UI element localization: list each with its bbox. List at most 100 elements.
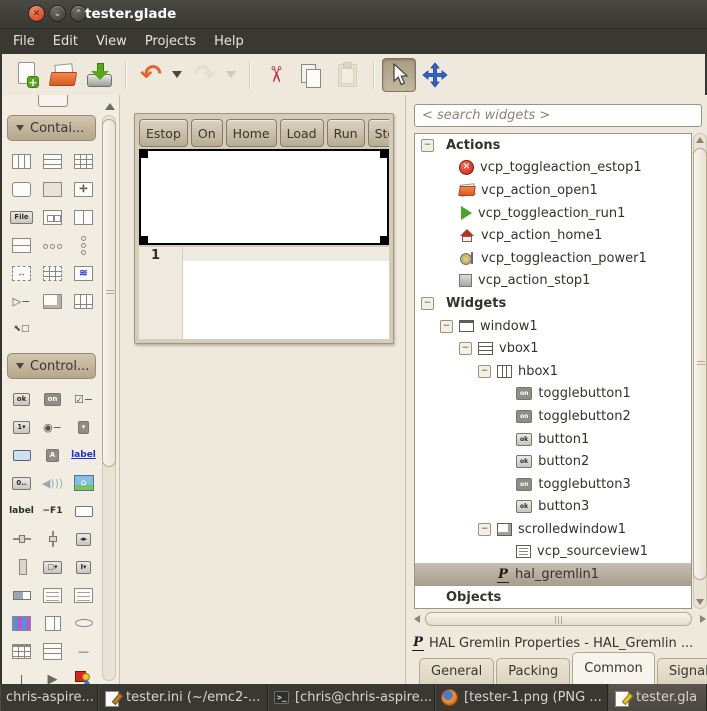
design-button-stop[interactable]: Stop xyxy=(368,119,389,147)
palette-vscale-icon[interactable] xyxy=(37,525,68,553)
taskbar-item-4[interactable]: [tester-1.png (PNG ... xyxy=(435,684,608,711)
close-button[interactable]: ✕ xyxy=(28,5,45,22)
palette-scroll-thumb[interactable] xyxy=(102,119,116,467)
palette-frame-icon[interactable] xyxy=(6,175,37,203)
design-button-on[interactable]: On xyxy=(191,119,223,147)
minimize-button[interactable]: ⌄ xyxy=(49,5,66,22)
select-tool-button[interactable] xyxy=(382,58,416,92)
design-hbox1[interactable]: EstopOnHomeLoadRunStop xyxy=(139,118,389,148)
palette-progressbar-icon[interactable] xyxy=(6,581,37,609)
tree-horizontal-scrollbar[interactable] xyxy=(412,612,707,627)
palette-hbuttonbox-icon[interactable] xyxy=(37,203,68,231)
palette-viewport-icon[interactable]: ↔ xyxy=(6,259,37,287)
palette-checkbutton-icon[interactable]: ☑− xyxy=(68,385,99,413)
document-save-button[interactable] xyxy=(82,58,116,92)
tree-expander-icon[interactable]: − xyxy=(421,297,434,310)
palette-hseparator-icon[interactable]: — xyxy=(68,637,99,665)
palette-calendar-icon[interactable] xyxy=(6,637,37,665)
tree-expander-icon[interactable]: − xyxy=(459,342,472,355)
selection-handle[interactable] xyxy=(380,236,389,245)
palette-vbox-icon[interactable] xyxy=(37,147,68,175)
palette-textview-icon[interactable] xyxy=(37,581,68,609)
palette-fontbutton-icon[interactable]: A xyxy=(37,441,68,469)
tree-row-togglebutton3[interactable]: ontogglebutton3 xyxy=(415,473,691,496)
scroll-down-arrow-icon[interactable] xyxy=(696,599,704,605)
palette-filechooser-button-icon[interactable]: File xyxy=(6,203,37,231)
redo-dropdown-arrow[interactable] xyxy=(224,58,238,92)
selection-handle[interactable] xyxy=(139,149,148,158)
palette-volume-icon[interactable]: ◀))) xyxy=(37,469,68,497)
palette-vbuttonbox-dots-icon[interactable] xyxy=(68,231,99,259)
design-sourceview1[interactable]: 1 xyxy=(139,247,389,339)
palette-expander-icon[interactable]: ▷− xyxy=(6,287,37,315)
palette-scrolledwindow-icon[interactable] xyxy=(37,287,68,315)
selection-handle[interactable] xyxy=(139,236,148,245)
search-widgets-input[interactable]: < search widgets > xyxy=(414,104,702,127)
palette-image-icon[interactable]: ⌂ xyxy=(68,469,99,497)
tree-row-vcp_toggleaction_estop1[interactable]: ✕vcp_toggleaction_estop1 xyxy=(415,157,691,180)
palette-vscrollbar-icon[interactable] xyxy=(6,553,37,581)
palette-togglebutton-on-icon[interactable]: on xyxy=(37,385,68,413)
palette-entry-icon[interactable] xyxy=(6,441,37,469)
palette-toolbar-widget-icon[interactable] xyxy=(68,287,99,315)
document-new-button[interactable]: + xyxy=(10,58,44,92)
palette-hscale-icon[interactable] xyxy=(6,525,37,553)
palette-statusbar-icon[interactable]: 0.. xyxy=(6,469,37,497)
design-button-home[interactable]: Home xyxy=(226,119,277,147)
tree-row-scrolledwindow1[interactable]: −scrolledwindow1 xyxy=(415,518,691,541)
tree-row-button3[interactable]: okbutton3 xyxy=(415,496,691,519)
tree-row-vcp_toggleaction_run1[interactable]: vcp_toggleaction_run1 xyxy=(415,202,691,225)
palette-label-icon[interactable]: label xyxy=(6,497,37,525)
tab-signals[interactable]: Signals xyxy=(657,658,707,684)
redo-button[interactable]: ↷ xyxy=(188,58,222,92)
design-window1[interactable]: EstopOnHomeLoadRunStop 1 xyxy=(134,113,394,344)
palette-fixed-icon[interactable]: ✛ xyxy=(68,175,99,203)
tree-row-vcp_sourceview1[interactable]: vcp_sourceview1 xyxy=(415,541,691,564)
palette-iconview-icon[interactable] xyxy=(37,259,68,287)
undo-dropdown-arrow[interactable] xyxy=(170,58,184,92)
tree-expander-icon[interactable]: − xyxy=(421,139,434,152)
palette-vpaned-icon[interactable] xyxy=(6,231,37,259)
tree-row-hbox1[interactable]: −hbox1 xyxy=(415,360,691,383)
palette-scrollbar[interactable] xyxy=(101,103,118,681)
selection-handle[interactable] xyxy=(380,149,389,158)
tab-common[interactable]: Common xyxy=(572,652,655,684)
tab-packing[interactable]: Packing xyxy=(496,658,570,684)
palette-handlebox-icon[interactable]: ⬉□ xyxy=(6,315,37,343)
palette-list-icon[interactable] xyxy=(37,637,68,665)
tab-general[interactable]: General xyxy=(419,658,494,684)
tree-row-window1[interactable]: −window1 xyxy=(415,315,691,338)
taskbar-item-1[interactable]: chris-aspire... xyxy=(0,684,98,711)
taskbar-item-3[interactable]: >_[chris@chris-aspire... xyxy=(268,684,435,711)
tree-hscroll-thumb[interactable] xyxy=(425,612,692,626)
tree-row-button1[interactable]: okbutton1 xyxy=(415,428,691,451)
palette-section-controls[interactable]: Control... xyxy=(7,353,96,379)
design-button-run[interactable]: Run xyxy=(327,119,365,147)
palette-radiobutton-icon[interactable]: ◉− xyxy=(37,413,68,441)
sourceview-text-area[interactable] xyxy=(183,247,389,339)
copy-button[interactable] xyxy=(294,58,328,92)
palette-combobox-icon[interactable]: ▾ xyxy=(68,413,99,441)
tree-row-togglebutton2[interactable]: ontogglebutton2 xyxy=(415,405,691,428)
tree-row-vcp_action_home1[interactable]: vcp_action_home1 xyxy=(415,224,691,247)
palette-colorview-icon[interactable] xyxy=(6,609,37,637)
palette-vseparator-icon[interactable]: | xyxy=(6,665,37,684)
palette-linkbutton-icon[interactable]: label xyxy=(68,441,99,469)
tree-expander-icon[interactable]: − xyxy=(478,365,491,378)
palette-alignment-icon[interactable] xyxy=(37,175,68,203)
palette-section-containers[interactable]: Contai... xyxy=(7,115,96,141)
undo-button[interactable]: ↶ xyxy=(134,58,168,92)
palette-button-ok-icon[interactable]: ok xyxy=(6,385,37,413)
tree-row-vbox1[interactable]: −vbox1 xyxy=(415,337,691,360)
tree-row-button2[interactable]: okbutton2 xyxy=(415,450,691,473)
palette-arrow-icon[interactable]: ▶ xyxy=(37,665,68,684)
palette-hbuttonbox-dots-icon[interactable] xyxy=(37,231,68,259)
menu-view[interactable]: View xyxy=(87,29,136,54)
tree-vscroll-thumb[interactable] xyxy=(693,148,707,580)
tree-row-actions[interactable]: −Actions xyxy=(415,134,691,157)
scroll-right-arrow-icon[interactable] xyxy=(700,615,706,623)
tree-row-vcp_toggleaction_power1[interactable]: vcp_toggleaction_power1 xyxy=(415,247,691,270)
menu-edit[interactable]: Edit xyxy=(44,29,87,54)
palette-hbox-icon[interactable] xyxy=(6,147,37,175)
palette-notebook-icon[interactable]: ≋ xyxy=(68,259,99,287)
